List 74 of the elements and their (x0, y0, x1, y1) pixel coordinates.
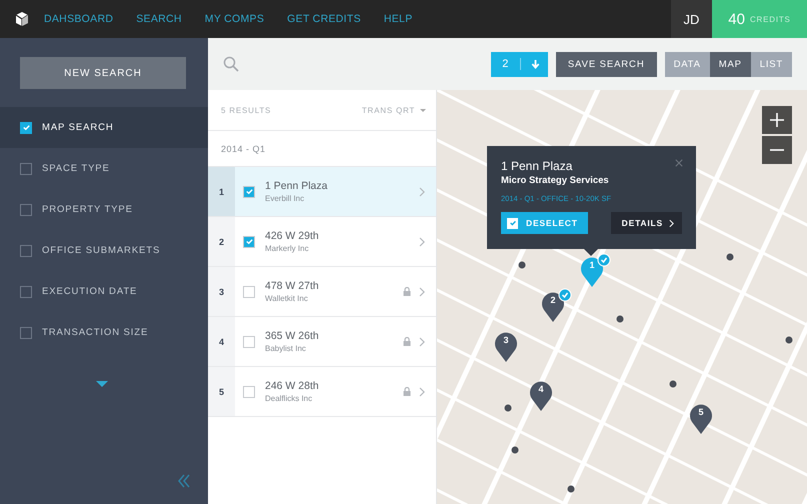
arrow-down-icon (530, 60, 540, 68)
checkbox[interactable] (20, 122, 32, 134)
checkbox[interactable] (243, 386, 255, 398)
search-icon[interactable] (223, 56, 239, 72)
chevron-right-icon[interactable] (419, 236, 425, 246)
double-chevron-left-icon[interactable] (177, 474, 191, 488)
nav-link[interactable]: SEARCH (136, 13, 182, 25)
company-text: Babylist Inc (265, 344, 307, 353)
company-text: Everbill Inc (265, 194, 306, 203)
nav-link[interactable]: DAHSBOARD (44, 13, 114, 25)
filter-item[interactable]: TRANSACTION SIZE (0, 312, 208, 353)
address-text: 1 Penn Plaza (265, 180, 328, 192)
map-pin[interactable]: 4 (530, 382, 552, 411)
filter-item[interactable]: OFFICE SUBMARKETS (0, 230, 208, 271)
nav-link[interactable]: HELP (384, 13, 413, 25)
caret-down-icon[interactable] (96, 381, 108, 387)
view-tab[interactable]: MAP (710, 52, 751, 76)
address-text: 365 W 26th (265, 330, 320, 342)
filter-item[interactable]: PROPERTY TYPE (0, 189, 208, 230)
user-initials[interactable]: JD (671, 0, 712, 38)
save-search-button[interactable]: SAVE SEARCH (556, 52, 657, 76)
zoom-in-button[interactable] (762, 106, 792, 134)
address-text: 478 W 27th (265, 280, 320, 292)
check-icon (508, 219, 516, 227)
filter-item[interactable]: EXECUTION DATE (0, 271, 208, 312)
zoom-out-button[interactable] (762, 136, 792, 164)
row-number: 1 (208, 167, 235, 216)
check-icon (22, 123, 30, 132)
chevron-right-icon (669, 218, 674, 228)
checkbox[interactable] (20, 244, 32, 256)
chevron-right-icon[interactable] (419, 336, 425, 346)
checkbox[interactable] (243, 186, 255, 198)
checkbox[interactable] (20, 204, 32, 216)
nav-link[interactable]: MY COMPS (204, 13, 264, 25)
company-text: Walletkit Inc (265, 294, 309, 303)
result-row[interactable]: 2 426 W 29th Markerly Inc (208, 217, 436, 267)
chevron-right-icon[interactable] (419, 186, 425, 196)
row-number: 3 (208, 267, 235, 316)
popup-company: Micro Strategy Services (501, 175, 610, 186)
map-pin[interactable]: 2 (542, 292, 564, 322)
address-text: 426 W 29th (265, 230, 320, 242)
company-text: Dealflicks Inc (265, 394, 314, 403)
filter-item[interactable]: MAP SEARCH (0, 107, 208, 148)
results-count: 5 RESULTS (221, 106, 272, 114)
result-row[interactable]: 4 365 W 26th Babylist Inc (208, 317, 436, 367)
checkbox[interactable] (20, 162, 32, 174)
cube-logo-icon (14, 11, 30, 27)
check-icon (244, 237, 254, 246)
map-pin[interactable]: 3 (495, 332, 517, 362)
checkbox[interactable] (20, 286, 32, 298)
row-number: 2 (208, 217, 235, 266)
chevron-right-icon[interactable] (419, 286, 425, 296)
company-text: Markerly Inc (265, 244, 310, 253)
close-icon[interactable] (675, 159, 683, 167)
row-number: 5 (208, 367, 235, 416)
address-text: 246 W 28th (265, 380, 320, 392)
result-row[interactable]: 3 478 W 27th Walletkit Inc (208, 267, 436, 317)
map-pin[interactable]: 5 (690, 404, 712, 434)
details-button[interactable]: DETAILS (610, 212, 682, 234)
row-number: 4 (208, 317, 235, 366)
new-search-button[interactable]: NEW SEARCH (20, 57, 186, 89)
caret-down-icon (420, 108, 426, 112)
checkbox[interactable] (243, 286, 255, 298)
chevron-right-icon[interactable] (419, 386, 425, 396)
result-row[interactable]: 5 246 W 28th Dealflicks Inc (208, 367, 436, 417)
result-row[interactable]: 1 1 Penn Plaza Everbill Inc (208, 167, 436, 217)
check-icon (244, 187, 254, 196)
checkbox[interactable] (243, 336, 255, 348)
checkbox[interactable] (243, 236, 255, 248)
popup-title: 1 Penn Plaza (501, 159, 574, 173)
plus-icon (770, 113, 784, 127)
nav-link[interactable]: GET CREDITS (287, 13, 361, 25)
checkbox[interactable] (20, 326, 32, 338)
filter-item[interactable]: SPACE TYPE (0, 148, 208, 189)
